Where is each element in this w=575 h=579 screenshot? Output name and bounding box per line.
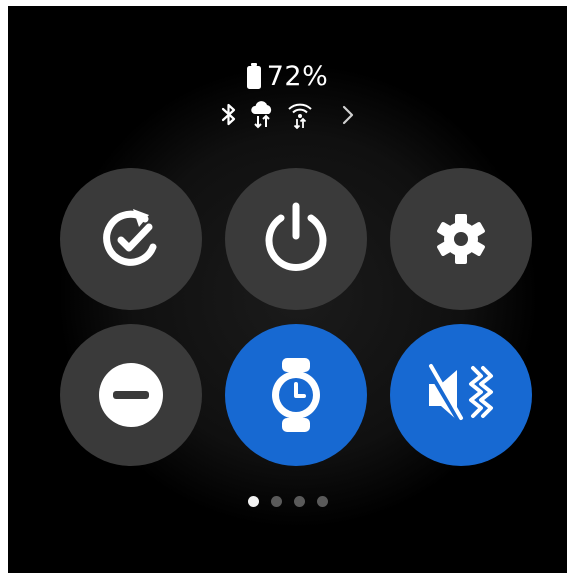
battery-icon — [246, 63, 261, 89]
page-dot-3[interactable] — [293, 496, 305, 507]
gear-icon — [437, 214, 485, 264]
minus-circle-icon — [99, 363, 163, 427]
page-dot-2[interactable] — [270, 496, 282, 507]
wifi-icon — [287, 103, 312, 129]
settings-tile[interactable] — [390, 168, 532, 310]
cloud-sync-icon — [250, 101, 271, 129]
page-indicator — [8, 496, 567, 507]
chevron-right-icon[interactable] — [341, 103, 355, 127]
page-dot-1[interactable] — [247, 496, 259, 507]
page-dot-4[interactable] — [316, 496, 328, 507]
sync-check-icon — [103, 209, 157, 266]
sound-vibrate-tile[interactable] — [390, 324, 532, 466]
watch-icon — [272, 358, 320, 432]
vibrate-mute-icon — [425, 364, 493, 424]
connectivity-row[interactable] — [8, 100, 567, 130]
battery-percent: 72% — [266, 60, 329, 92]
battery-status: 72% — [8, 58, 567, 94]
bluetooth-icon — [221, 103, 235, 126]
power-icon — [265, 202, 327, 271]
status-bar: 72% — [8, 58, 567, 130]
watch-face-tile[interactable] — [225, 324, 367, 466]
power-tile[interactable] — [225, 168, 367, 310]
sync-check-tile[interactable] — [60, 168, 202, 310]
watch-screen: 72% — [8, 6, 567, 573]
do-not-disturb-tile[interactable] — [60, 324, 202, 466]
